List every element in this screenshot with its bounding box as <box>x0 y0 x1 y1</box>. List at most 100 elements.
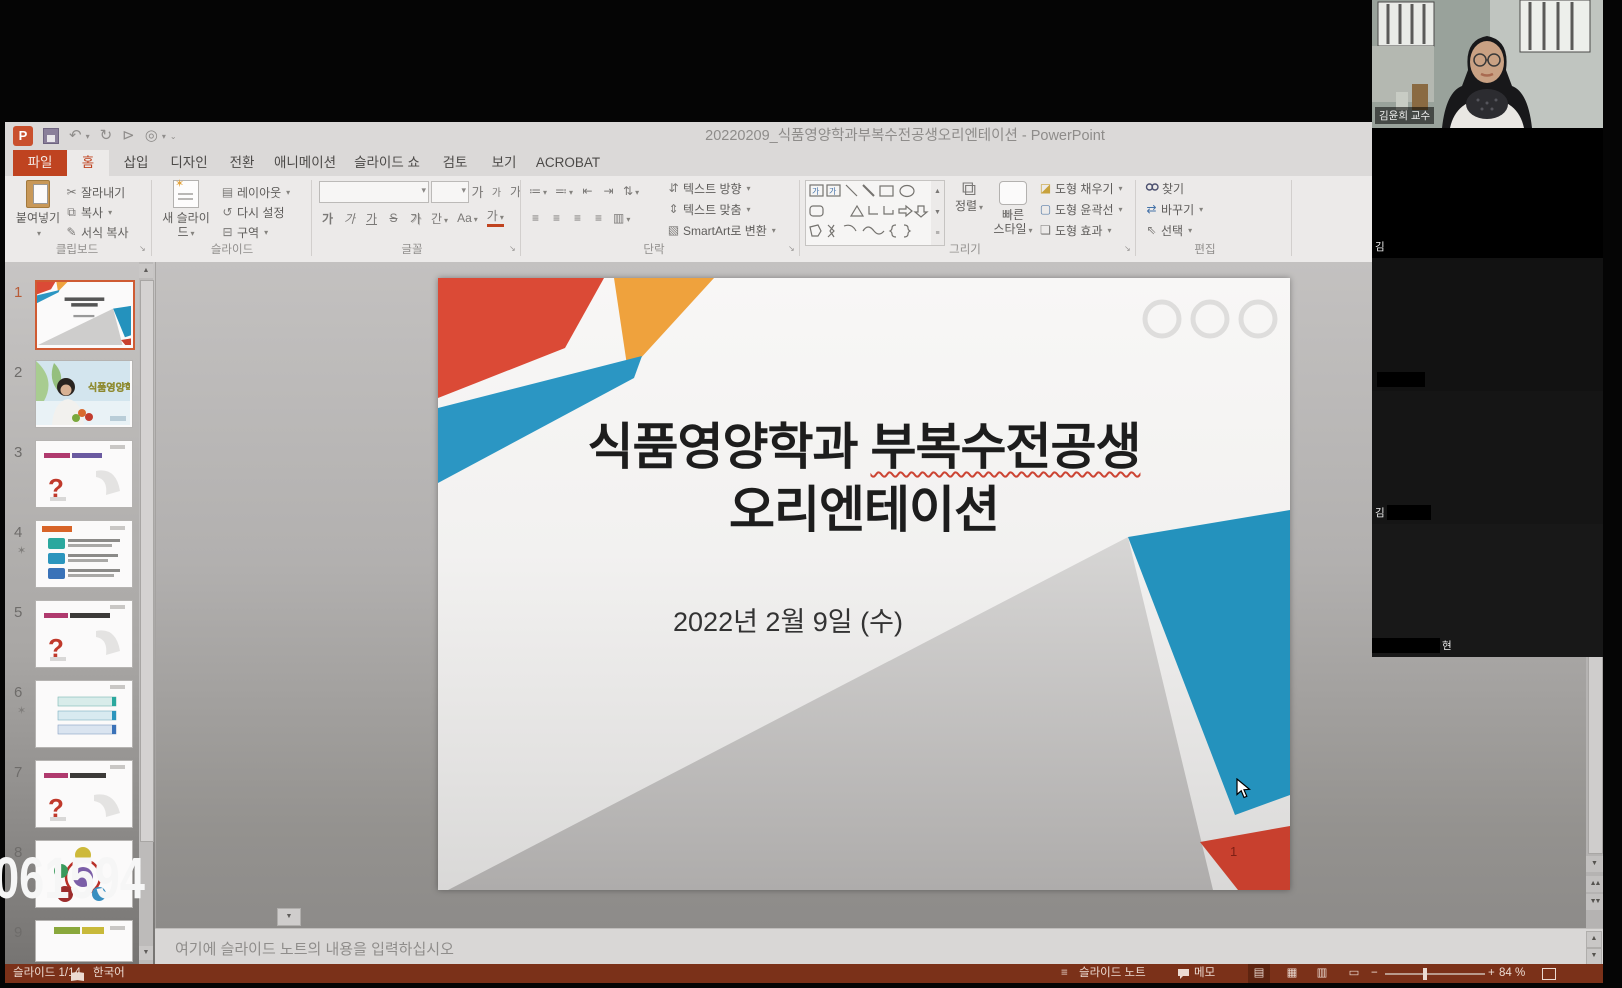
thumbnail-slide-6[interactable] <box>35 680 133 748</box>
memo-button[interactable]: 메모 <box>1194 964 1215 983</box>
memo-icon[interactable] <box>1177 964 1190 983</box>
align-center-icon[interactable]: ≡ <box>550 211 563 225</box>
drawing-dialog-launcher-icon[interactable]: ↘ <box>1124 244 1131 253</box>
slide-title[interactable]: 식품영양학과 부복수전공생오리엔테이션 <box>438 416 1290 542</box>
tab-file[interactable]: 파일 <box>13 150 67 176</box>
thumbnail-slide-9[interactable] <box>35 920 133 962</box>
shrink-font-icon[interactable]: 가 <box>490 184 503 199</box>
font-name-combobox[interactable] <box>319 181 429 203</box>
cut-button[interactable]: ✂ 잘라내기 <box>65 182 125 202</box>
notes-collapse-icon[interactable]: ▼ <box>277 908 301 926</box>
thumbnail-slide-2[interactable]: 식품영양학과 <box>35 360 133 428</box>
notes-pane[interactable]: ▼ 여기에 슬라이드 노트의 내용을 입력하십시오 ▲ ▼ <box>155 928 1603 965</box>
find-button[interactable]: 찾기 <box>1145 178 1184 198</box>
increase-indent-icon[interactable]: ⇥ <box>602 184 615 198</box>
paragraph-dialog-launcher-icon[interactable]: ↘ <box>788 244 795 253</box>
copy-button[interactable]: ⧉ 복사 <box>65 202 112 222</box>
thumb-scroll-thumb[interactable] <box>140 280 154 842</box>
font-color-icon[interactable]: 가 <box>487 210 504 227</box>
align-left-icon[interactable]: ≡ <box>529 211 542 225</box>
save-icon[interactable] <box>43 128 59 144</box>
zoom-in-button[interactable]: + <box>1488 964 1495 983</box>
select-button[interactable]: ⇖ 선택 <box>1145 220 1192 240</box>
redo-icon[interactable]: ↻ <box>100 125 113 147</box>
text-shadow-icon[interactable]: 가 <box>409 210 422 227</box>
zoom-out-button[interactable]: − <box>1371 964 1378 983</box>
new-slide-button[interactable]: 새 슬라이드 <box>157 178 215 240</box>
undo-icon[interactable]: ↶ <box>69 125 82 147</box>
customize-qat-icon[interactable]: ⌄ <box>170 132 177 141</box>
notes-scroll-down-icon[interactable]: ▼ <box>1586 948 1602 965</box>
tab-design[interactable]: 디자인 <box>161 150 217 176</box>
underline-icon[interactable]: 가 <box>365 210 378 227</box>
arrange-button[interactable]: ⧉ 정렬 <box>949 178 989 240</box>
shapes-more-icon[interactable]: ≡ <box>931 223 944 244</box>
thumbnail-slide-1[interactable] <box>35 280 135 350</box>
thumbnail-slide-4[interactable] <box>35 520 133 588</box>
font-size-combobox[interactable] <box>431 181 469 203</box>
italic-icon[interactable]: 가 <box>343 210 356 227</box>
shapes-gallery[interactable]: 가가 <box>805 180 933 246</box>
tab-view[interactable]: 보기 <box>481 150 527 176</box>
decrease-indent-icon[interactable]: ⇤ <box>581 184 594 198</box>
shape-outline-button[interactable]: ▢ 도형 윤곽선 <box>1039 199 1123 219</box>
text-direction-button[interactable]: ⇵ 텍스트 방향 <box>667 178 751 198</box>
bullets-icon[interactable]: ≔ <box>529 184 547 198</box>
quick-styles-button[interactable]: 빠른 스타일 <box>991 178 1035 240</box>
shape-fill-button[interactable]: ◪ 도형 채우기 <box>1039 178 1123 198</box>
thumb-scroll-down-icon[interactable]: ▼ <box>139 946 153 960</box>
view-reading-button[interactable]: ▥ <box>1311 964 1333 983</box>
thumbnail-slide-7[interactable]: ? <box>35 760 133 828</box>
zoom-slider[interactable] <box>1385 973 1485 975</box>
canvas-scroll-down-icon[interactable]: ▼ <box>1586 856 1603 872</box>
slide-date-text[interactable]: 2022년 2월 9일 (수) <box>513 600 1063 639</box>
tab-insert[interactable]: 삽입 <box>113 150 159 176</box>
spellcheck-icon[interactable] <box>71 969 84 988</box>
tab-animations[interactable]: 애니메이션 <box>267 150 343 176</box>
font-dialog-launcher-icon[interactable]: ↘ <box>509 244 516 253</box>
tab-acrobat[interactable]: ACROBAT <box>529 150 607 176</box>
paste-button[interactable]: 붙여넣기 <box>15 178 61 240</box>
start-slideshow-icon[interactable]: ⊳ <box>122 125 135 147</box>
clipboard-dialog-launcher-icon[interactable]: ↘ <box>139 244 146 253</box>
section-button[interactable]: ⊟ 구역 <box>221 222 268 242</box>
tab-review[interactable]: 검토 <box>431 150 479 176</box>
shapes-gallery-scroll[interactable]: ▲ ▼ ≡ <box>931 180 945 246</box>
touch-mode-icon[interactable]: ◎ <box>145 125 158 147</box>
format-painter-button[interactable]: ✎ 서식 복사 <box>65 222 129 242</box>
justify-icon[interactable]: ≡ <box>592 211 605 225</box>
zoom-level[interactable]: 84 % <box>1499 964 1525 983</box>
shape-effects-button[interactable]: ❏ 도형 효과 <box>1039 220 1112 240</box>
thumbnail-slide-3[interactable]: ? <box>35 440 133 508</box>
replace-button[interactable]: ⇄ 바꾸기 <box>1145 199 1203 219</box>
notes-placeholder[interactable]: 여기에 슬라이드 노트의 내용을 입력하십시오 <box>175 938 454 959</box>
reset-button[interactable]: ↺ 다시 설정 <box>221 202 285 222</box>
view-normal-button[interactable]: ▤ <box>1248 964 1270 983</box>
fit-to-window-icon[interactable] <box>1542 968 1556 987</box>
tab-home[interactable]: 홈 <box>67 150 109 176</box>
zoom-slider-thumb[interactable] <box>1423 968 1427 980</box>
previous-slide-icon[interactable]: ▲▲ <box>1586 876 1603 892</box>
notes-scrollbar[interactable]: ▲ ▼ <box>1586 931 1602 963</box>
next-slide-icon[interactable]: ▼▼ <box>1586 894 1603 910</box>
columns-icon[interactable]: ▥ <box>613 211 630 225</box>
thumbnail-slide-5[interactable]: ? <box>35 600 133 668</box>
numbering-icon[interactable]: ≕ <box>555 184 573 198</box>
view-sorter-button[interactable]: ▦ <box>1281 964 1303 983</box>
tab-transitions[interactable]: 전환 <box>219 150 265 176</box>
language-indicator[interactable]: 한국어 <box>93 964 125 983</box>
notes-panel-icon[interactable]: ≡ <box>1061 964 1068 983</box>
change-case-icon[interactable]: Aa <box>457 211 478 225</box>
tab-slideshow[interactable]: 슬라이드 쇼 <box>345 150 429 176</box>
layout-button[interactable]: ▤ 레이아웃 <box>221 182 290 202</box>
font-grow-shrink[interactable]: 가 가 가 <box>471 181 522 201</box>
smartart-convert-button[interactable]: ▧ SmartArt로 변환 <box>667 220 776 240</box>
grow-font-icon[interactable]: 가 <box>471 182 484 201</box>
notes-scroll-up-icon[interactable]: ▲ <box>1586 931 1602 948</box>
slide-canvas[interactable]: 식품영양학과 부복수전공생오리엔테이션 2022년 2월 9일 (수) 1 <box>438 278 1290 890</box>
touch-mode-dropdown-icon[interactable]: ▾ <box>162 132 166 141</box>
undo-dropdown-icon[interactable]: ▾ <box>86 132 90 141</box>
text-align-button[interactable]: ⇕ 텍스트 맞춤 <box>667 199 751 219</box>
character-spacing-icon[interactable]: 간 <box>431 210 448 227</box>
view-slideshow-button[interactable]: ▭ <box>1343 964 1365 983</box>
